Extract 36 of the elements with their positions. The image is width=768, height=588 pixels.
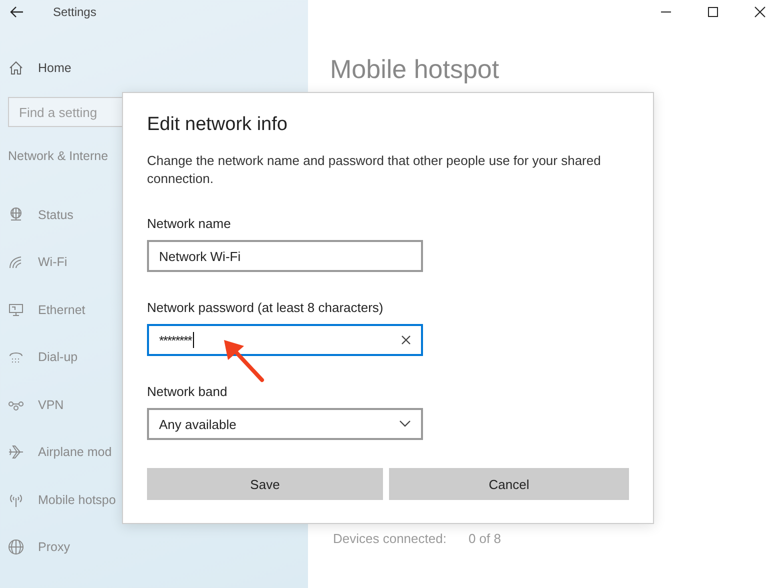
devices-value: 0 of 8	[468, 531, 501, 546]
field-label: Network password (at least 8 characters)	[147, 300, 384, 315]
window-title: Settings	[53, 5, 96, 19]
chevron-down-icon	[399, 420, 411, 428]
globe-icon	[8, 539, 24, 556]
password-field[interactable]: ********	[147, 324, 423, 356]
airplane-icon	[8, 444, 24, 460]
clear-icon[interactable]	[401, 335, 411, 345]
save-button[interactable]: Save	[147, 468, 383, 500]
nav-item[interactable]: VPN	[38, 398, 64, 412]
close-icon[interactable]	[754, 6, 766, 18]
nav-item[interactable]: Status	[38, 208, 74, 222]
field-label: Network band	[147, 384, 228, 399]
home-icon	[8, 60, 24, 76]
section-heading: Network & Interne	[8, 149, 108, 163]
cancel-button[interactable]: Cancel	[389, 468, 629, 500]
maximize-icon[interactable]	[707, 6, 719, 18]
name-field[interactable]: Network Wi-Fi	[147, 240, 423, 272]
globe-monitor-icon	[8, 206, 24, 223]
nav-item[interactable]: Dial-up	[38, 350, 78, 364]
wifi-icon	[8, 254, 24, 270]
nav-item[interactable]: Ethernet	[38, 302, 86, 317]
nav-item[interactable]: Proxy	[38, 540, 70, 554]
nav-item[interactable]: Wi-Fi	[38, 255, 68, 270]
monitor-icon	[8, 302, 24, 318]
antenna-icon	[8, 492, 24, 508]
nav-item[interactable]: Mobile hotspo	[38, 492, 116, 507]
nav-item[interactable]: Airplane mod	[38, 445, 112, 460]
band-dropdown[interactable]: Any available	[147, 408, 423, 440]
dialog-description: Change the network name and password that other people use for your shared connection.	[147, 152, 602, 188]
home-link[interactable]: Home	[38, 61, 72, 75]
devices-label: Devices connected:	[333, 531, 446, 546]
page-title: Mobile hotspot	[329, 53, 500, 85]
dialog-title: Edit network info	[147, 114, 288, 136]
back-arrow-icon[interactable]	[10, 6, 24, 18]
field-label: Network name	[147, 216, 231, 231]
